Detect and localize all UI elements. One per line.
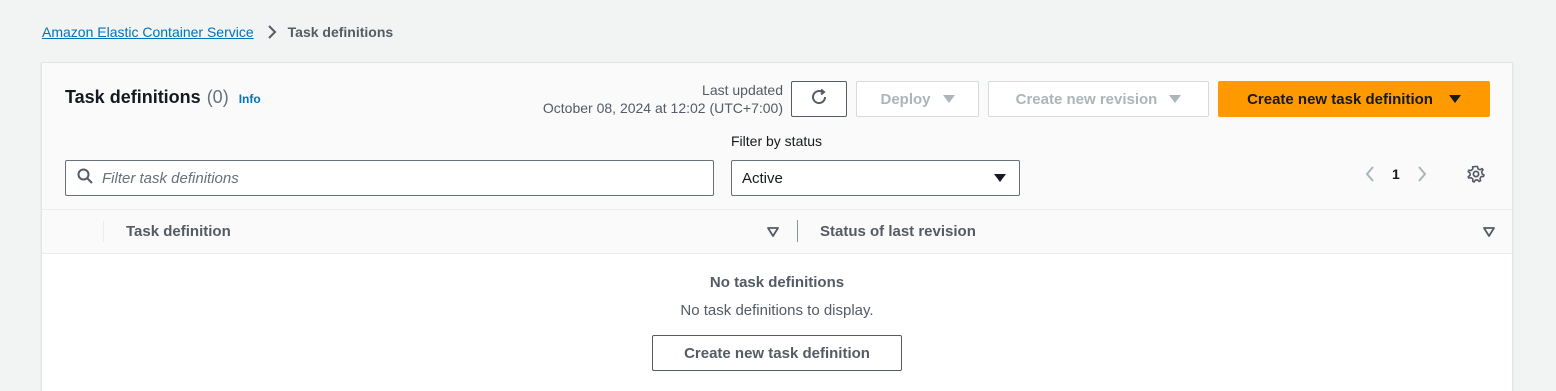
title-count: (0)	[206, 87, 229, 107]
last-updated-value: October 08, 2024 at 12:02 (UTC+7:00)	[542, 100, 783, 116]
column-divider	[103, 221, 104, 242]
sort-icon[interactable]	[1483, 224, 1495, 241]
previous-page-icon[interactable]	[1360, 166, 1380, 182]
caret-down-icon	[994, 170, 1006, 187]
column-header-status[interactable]: Status of last revision	[820, 223, 976, 240]
deploy-label: Deploy	[880, 90, 931, 108]
panel-header: Task definitions (0) Info Last updated O…	[42, 63, 1512, 210]
status-select-value: Active	[742, 169, 783, 187]
title-text: Task definitions	[65, 87, 201, 107]
search-input[interactable]	[102, 169, 692, 187]
page-number[interactable]: 1	[1392, 166, 1400, 182]
breadcrumb-link-ecs[interactable]: Amazon Elastic Container Service	[42, 24, 254, 40]
info-link[interactable]: Info	[239, 92, 261, 106]
create-task-label: Create new task definition	[1247, 90, 1433, 108]
chevron-right-icon	[267, 25, 277, 39]
empty-state: No task definitions No task definitions …	[42, 274, 1512, 319]
last-updated-label: Last updated	[702, 82, 783, 98]
deploy-button[interactable]: Deploy	[856, 81, 979, 117]
empty-state-message: No task definitions to display.	[680, 302, 874, 319]
column-resizer[interactable]	[797, 220, 798, 242]
create-revision-label: Create new revision	[1015, 90, 1158, 108]
create-new-task-definition-button[interactable]: Create new task definition	[1218, 81, 1490, 117]
filter-status-label: Filter by status	[731, 133, 823, 149]
create-new-revision-button[interactable]: Create new revision	[988, 81, 1209, 117]
search-icon	[77, 168, 93, 189]
breadcrumb-current: Task definitions	[287, 24, 394, 40]
caret-down-icon	[1448, 94, 1461, 104]
caret-down-icon	[942, 94, 955, 104]
refresh-icon	[809, 87, 829, 111]
empty-create-task-definition-button[interactable]: Create new task definition	[652, 335, 902, 371]
gear-icon[interactable]	[1464, 162, 1488, 186]
status-select[interactable]: Active	[731, 160, 1020, 196]
pagination: 1	[1360, 162, 1432, 186]
page-title: Task definitions (0) Info	[65, 87, 261, 108]
caret-down-icon	[1169, 94, 1182, 104]
empty-state-heading: No task definitions	[709, 274, 845, 291]
refresh-button[interactable]	[791, 81, 847, 117]
table-header: Task definition Status of last revision	[42, 210, 1512, 254]
breadcrumb: Amazon Elastic Container Service Task de…	[42, 22, 393, 42]
search-field[interactable]	[65, 160, 714, 196]
last-updated: Last updated October 08, 2024 at 12:02 (…	[543, 81, 783, 117]
next-page-icon[interactable]	[1412, 166, 1432, 182]
sort-icon[interactable]	[767, 224, 779, 241]
task-definitions-panel: Task definitions (0) Info Last updated O…	[41, 62, 1513, 391]
column-header-task-definition[interactable]: Task definition	[126, 223, 231, 240]
